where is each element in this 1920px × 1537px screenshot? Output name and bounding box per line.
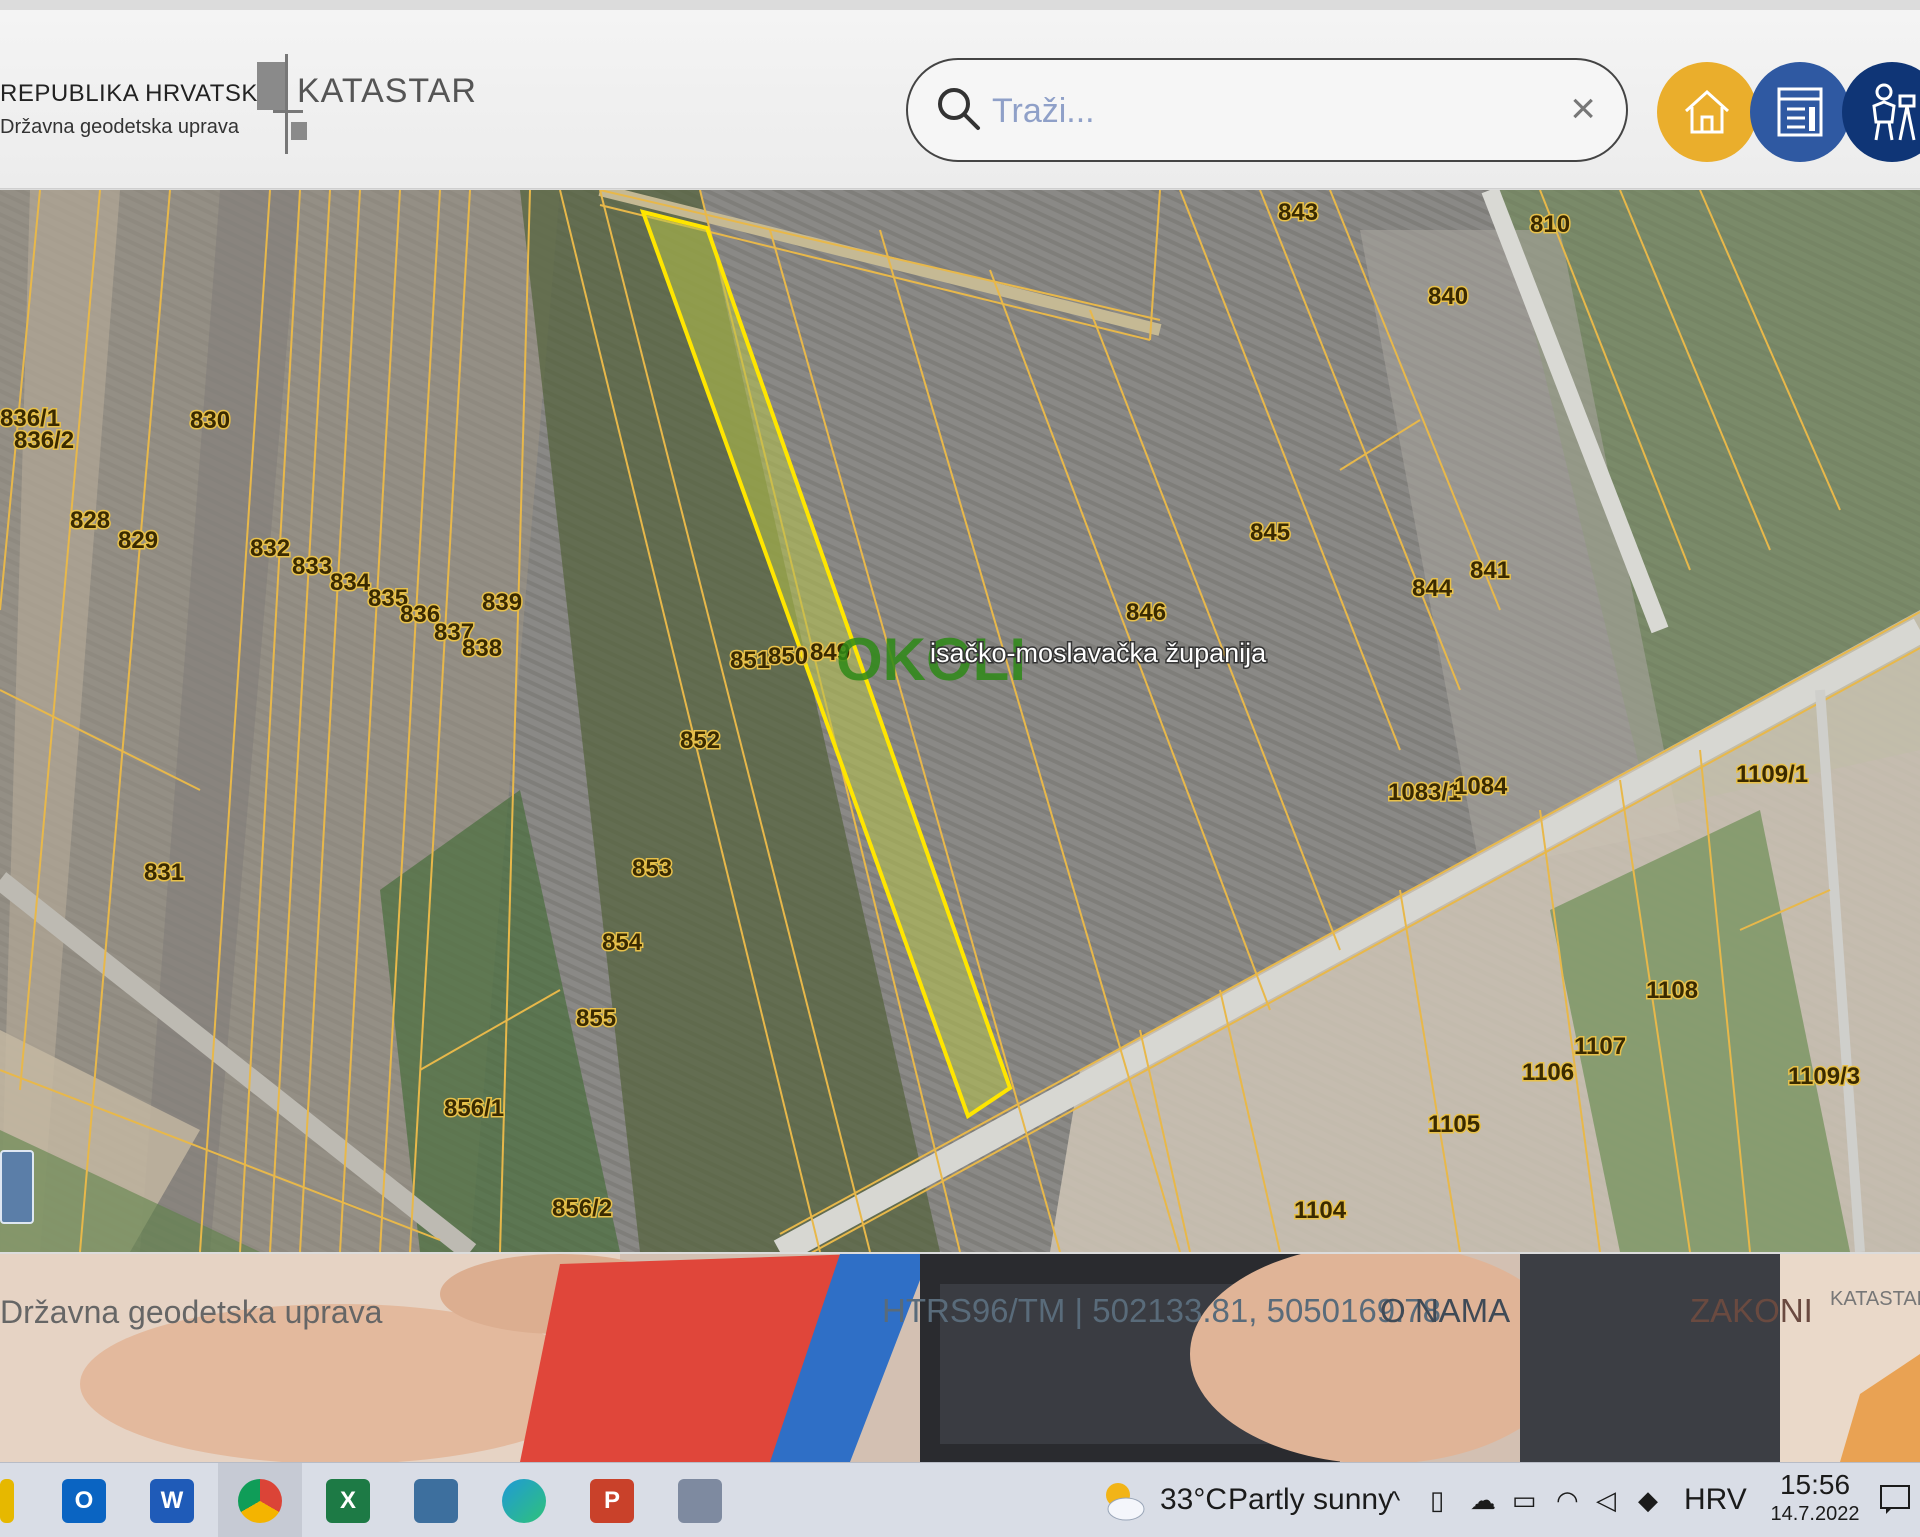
parcel-label: 851 xyxy=(730,647,770,674)
katastar-logo-text: KATASTAR xyxy=(297,72,477,110)
wifi-icon[interactable]: ◠ xyxy=(1556,1485,1579,1516)
app-header: REPUBLIKA HRVATSKA Državna geodetska upr… xyxy=(0,10,1920,189)
edge-icon[interactable] xyxy=(502,1479,546,1523)
windows-taskbar: O W X P 33°C Partly sunny ^ ▯ ☁ ▭ ◠ ◁ ◆ … xyxy=(0,1462,1920,1537)
parcel-label: 855 xyxy=(576,1005,616,1032)
meet-now-icon[interactable]: ▯ xyxy=(1430,1485,1444,1516)
parcel-label: 850 xyxy=(768,643,808,670)
surveyor-icon xyxy=(1872,83,1916,141)
parcel-label: 856/1 xyxy=(444,1095,504,1122)
weather-condition[interactable]: Partly sunny xyxy=(1228,1483,1393,1517)
word-icon[interactable]: W xyxy=(150,1479,194,1523)
parcel-label: 834 xyxy=(330,569,371,596)
footer-katastar-logo: KATASTAR xyxy=(1830,1288,1920,1310)
parcel-label: 845 xyxy=(1250,519,1290,546)
search-box[interactable]: × xyxy=(906,58,1628,162)
footer-banner-image xyxy=(0,1254,1920,1462)
katastar-logo[interactable]: KATASTAR xyxy=(255,50,476,160)
parcel-label: 846 xyxy=(1126,599,1166,626)
surveyor-button[interactable] xyxy=(1842,62,1920,162)
laws-link[interactable]: ZAKONI xyxy=(1690,1292,1813,1330)
parcel-label: 1083/1 xyxy=(1388,779,1461,806)
parcel-label: 1106 xyxy=(1522,1059,1574,1086)
parcel-label: 1084 xyxy=(1454,773,1508,800)
parcel-label: 852 xyxy=(680,727,720,754)
powerpoint-icon[interactable]: P xyxy=(590,1479,634,1523)
parcel-label: 1105 xyxy=(1428,1111,1480,1138)
weather-temperature[interactable]: 33°C xyxy=(1160,1483,1227,1517)
footer-org-text: Državna geodetska uprava xyxy=(0,1294,383,1330)
org-subname: Državna geodetska uprava xyxy=(0,116,240,138)
map-canvas[interactable]: 843 840 810 836/1 836/2 830 828 829 832 … xyxy=(0,190,1920,1252)
parcel-label: 841 xyxy=(1470,557,1510,584)
notifications-icon[interactable] xyxy=(1878,1483,1912,1517)
parcel-label: 833 xyxy=(292,553,332,580)
app-footer: Državna geodetska uprava HTRS96/TM | 502… xyxy=(0,1254,1920,1462)
battery-icon[interactable]: ▭ xyxy=(1512,1485,1537,1516)
calculator-icon[interactable] xyxy=(678,1479,722,1523)
clock-time: 15:56 xyxy=(1779,1469,1851,1500)
cursor-coordinates: HTRS96/TM | 502133.81, 5050169.78 xyxy=(882,1292,1441,1329)
cadastre-list-button[interactable] xyxy=(1750,62,1850,162)
parcel-label: 840 xyxy=(1428,283,1468,310)
file-explorer-icon[interactable] xyxy=(0,1479,14,1523)
search-icon xyxy=(938,88,980,130)
parcel-label: 838 xyxy=(462,635,502,662)
parcel-label: 843 xyxy=(1278,199,1318,226)
parcel-label: 828 xyxy=(70,507,110,534)
parcel-label: 831 xyxy=(144,859,184,886)
parcel-label: 832 xyxy=(250,535,290,562)
cadastre-map[interactable]: 843 840 810 836/1 836/2 830 828 829 832 … xyxy=(0,190,1920,1252)
home-button[interactable] xyxy=(1657,62,1757,162)
onedrive-cloud-icon[interactable]: ☁ xyxy=(1470,1485,1496,1516)
chrome-icon[interactable] xyxy=(238,1479,282,1523)
excel-icon[interactable]: X xyxy=(326,1479,370,1523)
parcel-label: 1107 xyxy=(1574,1033,1626,1060)
volume-icon[interactable]: ◁ xyxy=(1596,1485,1616,1516)
show-hidden-icons-chevron-icon[interactable]: ^ xyxy=(1388,1485,1400,1516)
parcel-label: 830 xyxy=(190,407,230,434)
clear-search-icon[interactable]: × xyxy=(1570,84,1596,134)
parcel-label: 836/2 xyxy=(14,427,74,454)
outlook-icon[interactable]: O xyxy=(62,1479,106,1523)
photos-icon[interactable] xyxy=(414,1479,458,1523)
weather-icon[interactable] xyxy=(1100,1479,1148,1523)
parcel-label: 1109/1 xyxy=(1736,761,1808,788)
clock-date: 14.7.2022 xyxy=(1770,1503,1860,1525)
parcel-label: 810 xyxy=(1530,211,1570,238)
clock[interactable]: 15:56 14.7.2022 xyxy=(1760,1469,1870,1526)
home-icon xyxy=(1684,89,1730,134)
parcel-label: 854 xyxy=(602,929,643,956)
org-brand[interactable]: REPUBLIKA HRVATSKA Državna geodetska upr… xyxy=(0,80,274,139)
parcel-label: 853 xyxy=(632,855,672,882)
county-label: isačko-moslavačka županija xyxy=(930,638,1267,668)
parcel-label: 856/2 xyxy=(552,1195,612,1222)
search-input[interactable] xyxy=(990,82,1534,140)
about-link[interactable]: O NAMA xyxy=(1380,1292,1510,1330)
map-layer-toggle[interactable] xyxy=(0,1150,34,1224)
dropbox-icon[interactable]: ◆ xyxy=(1638,1485,1658,1516)
parcel-label: 829 xyxy=(118,527,158,554)
list-icon xyxy=(1777,87,1823,137)
parcel-label: 1108 xyxy=(1646,977,1698,1004)
org-name: REPUBLIKA HRVATSKA xyxy=(0,80,275,107)
parcel-label: 1104 xyxy=(1294,1197,1347,1224)
input-language[interactable]: HRV xyxy=(1684,1483,1747,1517)
parcel-label: 1109/3 xyxy=(1788,1063,1860,1090)
parcel-label: 844 xyxy=(1412,575,1453,602)
parcel-label: 839 xyxy=(482,589,522,616)
